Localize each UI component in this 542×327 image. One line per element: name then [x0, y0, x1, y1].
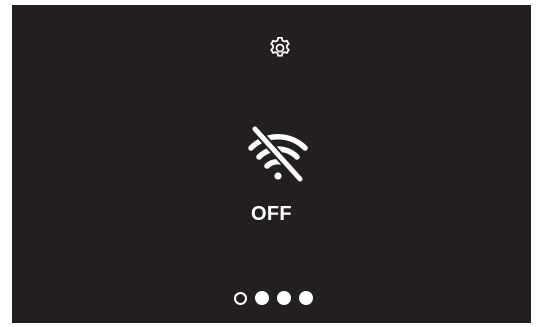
device-screen: OFF	[12, 5, 531, 323]
wifi-off-icon	[248, 126, 308, 182]
page-indicator	[234, 290, 313, 306]
settings-button[interactable]	[266, 34, 294, 62]
page-dot-2[interactable]	[255, 291, 269, 305]
wifi-status-label: OFF	[251, 203, 292, 225]
gear-icon	[270, 36, 290, 57]
page-dot-1[interactable]	[234, 291, 247, 305]
page-dot-3[interactable]	[277, 291, 291, 305]
wifi-toggle-button[interactable]	[240, 122, 316, 186]
page-dot-4[interactable]	[299, 291, 313, 305]
